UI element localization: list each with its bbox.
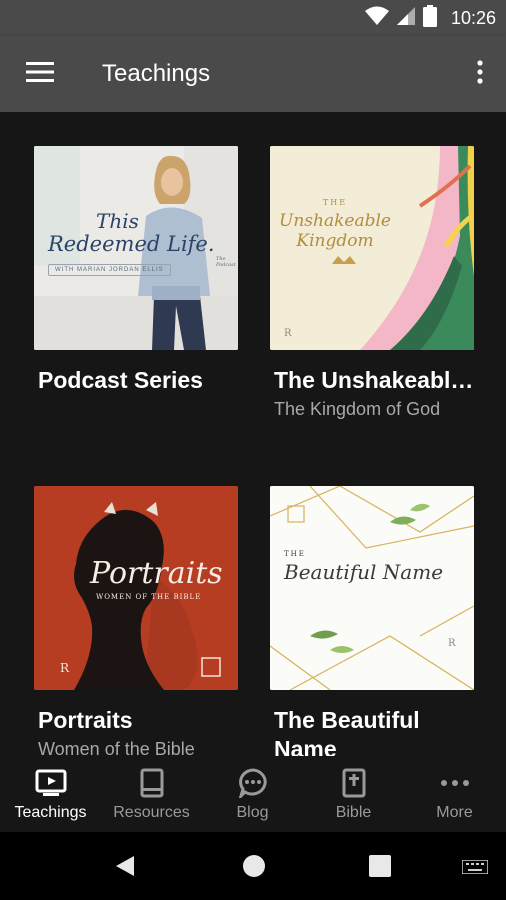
teaching-card-beautiful-name[interactable]: R THE Beautiful Name The Beautiful Name [270, 486, 474, 756]
portraits-cover-art[interactable]: R Portraits WOMEN OF THE BIBLE [34, 486, 238, 690]
page-title: Teachings [102, 60, 211, 87]
card-title[interactable]: Podcast Series [34, 366, 238, 395]
status-bar: 10:26 [0, 0, 506, 36]
status-icons: 10:26 [364, 4, 496, 32]
home-icon[interactable] [242, 854, 266, 883]
app-bar: Teachings [0, 36, 506, 112]
signal-icon [396, 6, 415, 31]
teaching-card-podcast[interactable]: This Redeemed Life. WITH MARIAN JORDAN E… [34, 146, 238, 395]
nav-tab-more[interactable]: More [404, 756, 505, 832]
back-icon[interactable] [114, 854, 136, 883]
more-vertical-icon [477, 59, 483, 89]
teaching-card-portraits[interactable]: R Portraits WOMEN OF THE BIBLE Portraits… [34, 486, 238, 756]
teaching-card-unshakeable-kingdom[interactable]: R THE Unshakeable Kingdom The Unshakeabl… [270, 146, 474, 420]
nav-tab-blog[interactable]: Blog [202, 756, 303, 832]
card-title[interactable]: The Beautiful Name [270, 706, 474, 756]
system-navigation-bar [0, 832, 506, 900]
status-time: 10:26 [450, 7, 496, 28]
card-subtitle: The Kingdom of God [274, 399, 441, 419]
cover-tag: The Podcast [216, 256, 236, 268]
cover-line3: Kingdom [296, 231, 374, 251]
card-title[interactable]: Portraits [34, 706, 238, 735]
cover-line2: WOMEN OF THE BIBLE [96, 593, 202, 601]
cover-line1: This [96, 209, 139, 233]
cover-host: WITH MARIAN JORDAN ELLIS [48, 264, 171, 276]
nav-label: Bible [335, 804, 372, 821]
keyboard-icon[interactable] [461, 859, 489, 879]
battery-icon [422, 4, 437, 32]
svg-text:R: R [60, 661, 70, 675]
more-horizontal-icon [440, 768, 470, 798]
bottom-navigation: Teachings Resources Blog Bible More [0, 756, 506, 832]
svg-text:R: R [284, 328, 292, 339]
cover-line1: THE [284, 550, 306, 558]
beautiful-name-cover-text: THE Beautiful Name [284, 550, 443, 584]
book-icon [140, 768, 164, 798]
cover-line2: Redeemed Life. [48, 232, 215, 256]
nav-label: Resources [113, 804, 190, 821]
card-subtitle: Women of the Bible [38, 739, 195, 756]
recents-icon[interactable] [369, 855, 391, 882]
teachings-grid: This Redeemed Life. WITH MARIAN JORDAN E… [0, 112, 506, 756]
nav-tab-resources[interactable]: Resources [101, 756, 202, 832]
unshakeable-kingdom-cover-art[interactable]: R THE Unshakeable Kingdom [270, 146, 474, 350]
svg-text:R: R [448, 638, 456, 649]
card-title-text: The Unshakeable Kingdom [274, 367, 474, 393]
cover-line1: THE [322, 198, 348, 207]
podcast-cover-art[interactable]: This Redeemed Life. WITH MARIAN JORDAN E… [34, 146, 238, 350]
beautiful-name-cover-illustration: R [270, 486, 474, 690]
card-title[interactable]: The Unshakeable Kingdom [270, 366, 474, 395]
nav-label: More [436, 804, 473, 821]
overflow-menu-button[interactable] [468, 56, 492, 92]
chat-bubble-icon [238, 768, 268, 798]
cover-line2: Beautiful Name [284, 560, 444, 584]
nav-tab-bible[interactable]: Bible [303, 756, 404, 832]
podcast-cover-text: This Redeemed Life. WITH MARIAN JORDAN E… [48, 210, 238, 276]
cover-line2: Unshakeable [279, 211, 391, 231]
kingdom-cover-text: THE Unshakeable Kingdom [270, 198, 400, 251]
beautiful-name-cover-art[interactable]: R THE Beautiful Name [270, 486, 474, 690]
portraits-cover-text: Portraits WOMEN OF THE BIBLE [90, 556, 223, 601]
bible-icon [342, 768, 366, 798]
cover-line1: Portraits [90, 556, 223, 591]
nav-label: Teachings [14, 804, 87, 821]
tv-icon [35, 768, 67, 798]
menu-button[interactable] [16, 56, 64, 92]
wifi-icon [364, 6, 389, 31]
hamburger-menu-icon [26, 61, 54, 87]
nav-tab-teachings[interactable]: Teachings [0, 756, 101, 832]
nav-label: Blog [236, 804, 269, 821]
